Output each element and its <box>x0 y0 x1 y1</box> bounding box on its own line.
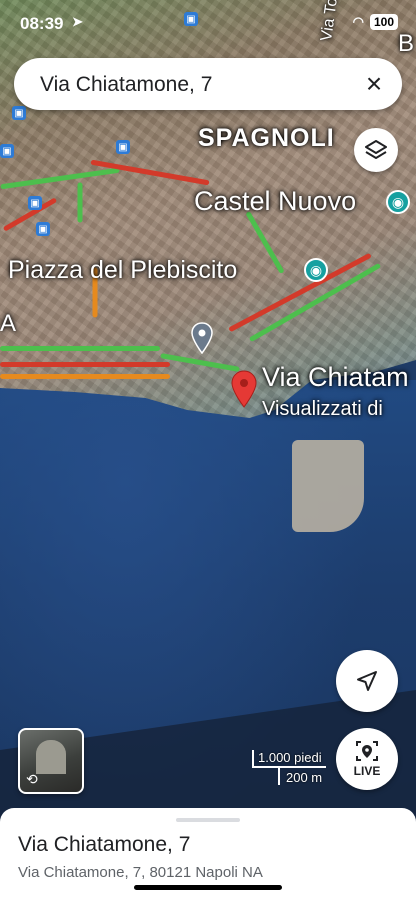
bus-stop-icon[interactable]: ▣ <box>28 196 42 210</box>
road-traffic <box>0 346 160 351</box>
live-label: LIVE <box>353 764 381 778</box>
status-time: 08:39 <box>20 14 64 33</box>
bus-stop-icon[interactable]: ▣ <box>12 106 26 120</box>
layers-button[interactable] <box>354 128 398 172</box>
live-view-icon <box>356 741 378 761</box>
map-label-selected-place[interactable]: Via Chiatam <box>262 362 409 393</box>
street-view-image <box>36 740 66 774</box>
bus-stop-icon[interactable]: ▣ <box>36 222 50 236</box>
bus-stop-icon[interactable]: ▣ <box>0 144 14 158</box>
status-right: ◠ 100 <box>353 14 398 30</box>
road-traffic <box>0 374 170 379</box>
map-label-visited: Visualizzati di <box>262 398 383 420</box>
selected-location-pin-icon[interactable] <box>230 370 258 408</box>
camera-poi-icon[interactable]: ◉ <box>304 258 328 282</box>
scale-metric: 200 m <box>278 768 326 785</box>
layers-icon <box>365 140 387 159</box>
harbor-pier <box>292 440 364 532</box>
live-view-button[interactable]: LIVE <box>336 728 398 790</box>
home-indicator <box>134 885 282 890</box>
map-scale: 1.000 piedi 200 m <box>252 750 326 785</box>
map-label-piazza-del-plebiscito[interactable]: Piazza del Plebiscito <box>8 256 237 285</box>
recenter-button[interactable] <box>336 650 398 712</box>
sheet-drag-handle[interactable] <box>176 818 240 822</box>
status-bar: 08:39 ➤ ◠ 100 <box>0 0 416 46</box>
battery-indicator: 100 <box>369 14 398 30</box>
rotate-360-icon: ⟲ <box>26 771 38 787</box>
search-query-text[interactable]: Via Chiatamone, 7 <box>40 73 212 97</box>
close-icon[interactable]: × <box>360 68 388 99</box>
map-label-spagnoli[interactable]: SPAGNOLI <box>198 124 335 153</box>
scale-imperial: 1.000 piedi <box>252 750 326 768</box>
search-bar[interactable]: Via Chiatamone, 7 × <box>14 58 402 110</box>
wifi-icon: ◠ <box>352 14 364 29</box>
navigation-arrow-icon <box>357 671 377 691</box>
bus-stop-icon[interactable]: ▣ <box>116 140 130 154</box>
map-label-castel-nuovo[interactable]: Castel Nuovo <box>194 186 356 217</box>
location-arrow-icon: ➤ <box>72 14 83 29</box>
place-title: Via Chiatamone, 7 <box>18 833 191 856</box>
street-view-thumbnail[interactable]: ⟲ <box>18 728 84 794</box>
saved-place-pin-icon[interactable] <box>190 322 214 354</box>
camera-poi-icon[interactable]: ◉ <box>386 190 410 214</box>
road-traffic <box>77 182 83 223</box>
map-label-edge-a: A <box>0 310 17 337</box>
place-address: Via Chiatamone, 7, 80121 Napoli NA <box>18 864 263 881</box>
road-traffic <box>0 362 170 367</box>
